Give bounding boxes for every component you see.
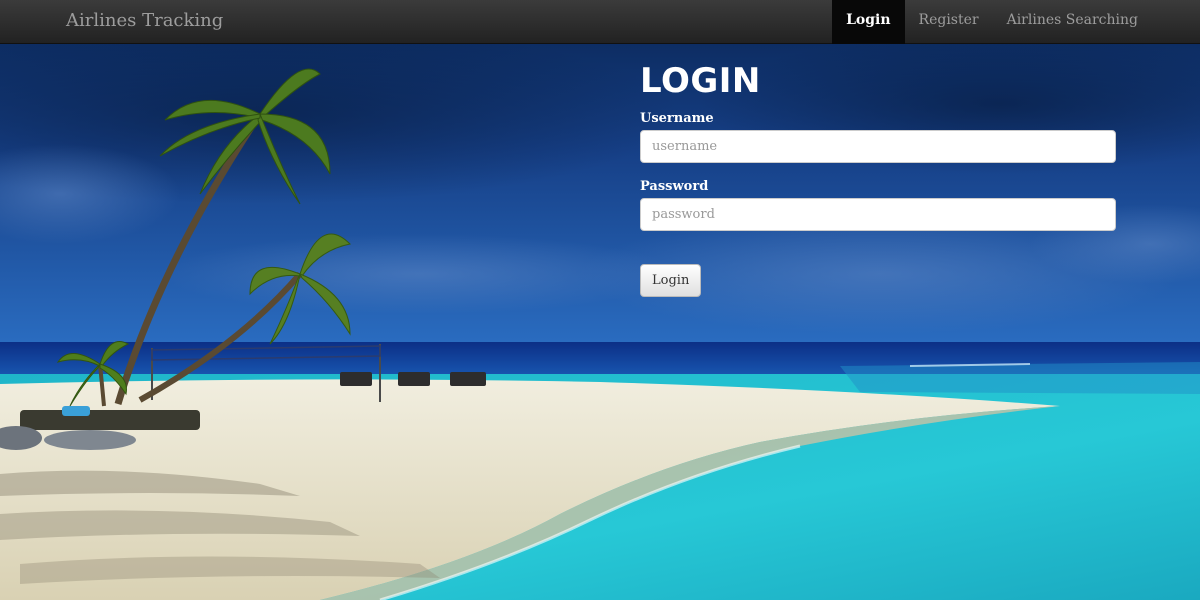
login-button[interactable]: Login xyxy=(640,264,702,297)
password-label: Password xyxy=(640,179,709,194)
brand-link[interactable]: Airlines Tracking xyxy=(66,0,223,44)
login-form: LOGIN Username Password Login xyxy=(640,62,1116,297)
username-input[interactable] xyxy=(640,130,1116,163)
nav-link-airlines-searching[interactable]: Airlines Searching xyxy=(993,0,1152,44)
nav-link-register[interactable]: Register xyxy=(905,0,993,44)
nav-links: Login Register Airlines Searching xyxy=(832,0,1152,44)
password-input[interactable] xyxy=(640,198,1116,231)
nav-link-login[interactable]: Login xyxy=(832,0,905,44)
username-label: Username xyxy=(640,111,714,126)
login-title: LOGIN xyxy=(640,61,761,101)
navbar: Airlines Tracking Login Register Airline… xyxy=(0,0,1200,44)
